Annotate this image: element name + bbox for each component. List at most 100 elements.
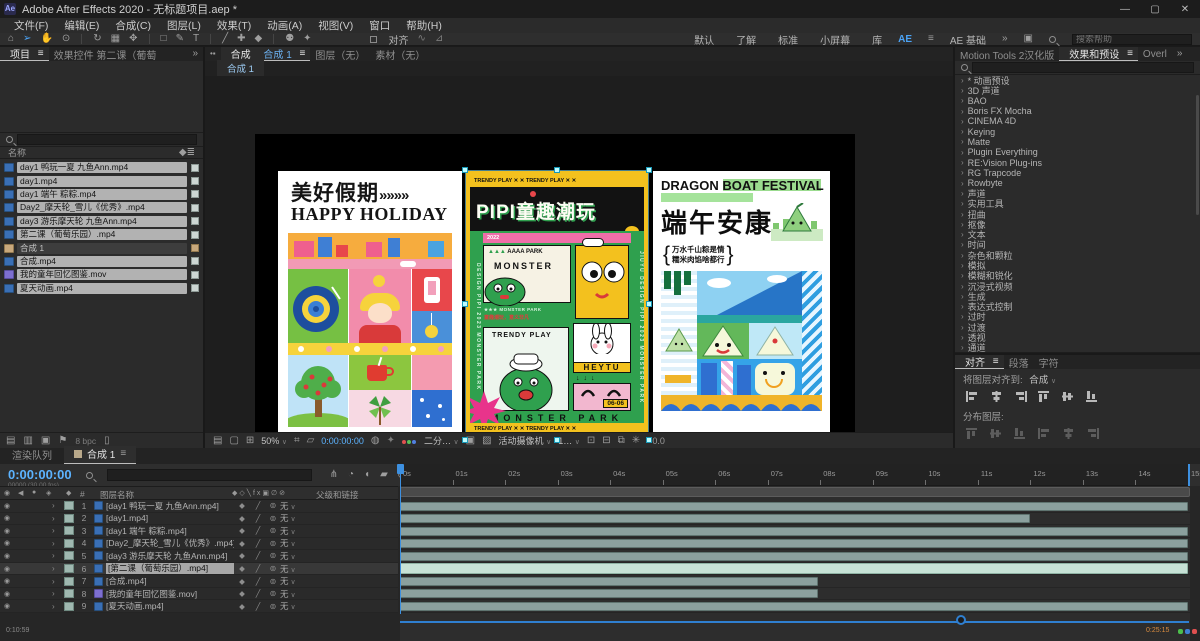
layer-name[interactable]: [Day2_摩天轮_雪儿《优秀》.mp4] [106,537,234,549]
effect-category-row[interactable]: › Keying [955,126,1200,137]
layer-label-chip[interactable] [64,551,74,561]
timeline-layer-row[interactable]: ◉ › 1 [day1 鸭玩一夏 九鱼Ann.mp4] ◆ ╱ ⊚ 无 ∨ [0,500,398,513]
tab-layer[interactable]: 图层（无） [310,47,370,62]
timeline-h-scrollbar[interactable] [400,621,1189,623]
layer-label-chip[interactable] [64,538,74,548]
align-r-button[interactable] [1013,390,1028,403]
workspace-overflow-icon[interactable]: » [1002,33,1008,45]
eye-icon[interactable]: ◉ [0,539,14,547]
effect-category-row[interactable]: › 通道 [955,343,1200,352]
layer-twirl-icon[interactable]: › [52,551,64,560]
snapshot-icon[interactable]: ◍ [371,435,380,447]
layer-twirl-icon[interactable]: › [52,589,64,598]
workspace-ae-basics[interactable]: AE 基础 [950,32,986,47]
eye-icon[interactable]: ◉ [0,514,14,522]
parent-pickwhip-icon[interactable]: ⊚ [266,539,280,548]
layer-duration-bar[interactable] [400,589,818,599]
timeline-layer-row[interactable]: ◉ › 6 [第二课（葡萄乐园）.mp4] ◆ ╱ ⊚ 无 ∨ [0,562,398,576]
collapse-switch[interactable]: ◆ [234,602,250,611]
distribute-cv-button[interactable] [989,427,1004,440]
layer-twirl-icon[interactable]: › [52,539,64,548]
distribute-r-button[interactable] [1085,427,1100,440]
snap-options-icon[interactable]: ∿ [418,33,426,45]
effect-category-row[interactable]: › 过渡 [955,322,1200,333]
parent-pickwhip-icon[interactable]: ⊚ [266,564,280,573]
frame-blend-icon[interactable]: ▰ [380,469,388,481]
maximize-button[interactable]: ▢ [1140,4,1170,15]
show-snapshot-icon[interactable]: ✦ [387,435,395,447]
layer-duration-bar[interactable] [400,539,1188,549]
project-item-row[interactable]: day3 游乐摩天轮 九鱼Ann.mp4 [0,215,203,228]
layer-duration-bar[interactable] [400,501,1188,511]
effect-category-row[interactable]: › RG Trapcode [955,168,1200,178]
comp-flowchart-icon[interactable]: ⋔ [330,469,338,481]
workspace-0[interactable]: 默认 [694,32,714,47]
align-ch-button[interactable] [989,390,1004,403]
clone-stamp-tool-icon[interactable]: ✚ [237,33,245,45]
pixel-aspect-icon[interactable]: ⊡ [587,435,595,447]
effects-scrollbar[interactable] [1196,95,1199,215]
layer-name[interactable]: [day3 游乐摩天轮 九鱼Ann.mp4] [106,550,234,562]
layer-name[interactable]: [合成.mp4] [106,575,234,587]
eraser-tool-icon[interactable]: ◆ [254,33,262,45]
right-tab-overflow-icon[interactable]: » [1172,48,1188,60]
effects-search-input[interactable] [972,62,1194,73]
layer-twirl-icon[interactable]: › [52,501,64,510]
project-item-row[interactable]: 第二课（葡萄乐园）.mp4 [0,228,203,241]
quality-switch[interactable]: ╱ [250,551,266,560]
quality-switch[interactable]: ╱ [250,589,266,598]
time-ruler[interactable]: 0s 01s 02s 03s 04s 05s 06s 07s 08s 09s 10s 11s 12s 13… [400,464,1200,486]
layer-twirl-icon[interactable]: › [52,602,64,611]
layer-label-chip[interactable] [64,501,74,511]
timeline-search-input[interactable] [106,469,312,481]
project-search-input[interactable] [17,134,197,145]
timeline-button-icon[interactable]: ⧉ [618,435,625,447]
layer-duration-bar[interactable] [400,551,1188,561]
tab-motion-tools[interactable]: Motion Tools 2汉化版 [955,47,1059,62]
timeline-layer-row[interactable]: ◉ › 4 [Day2_摩天轮_雪儿《优秀》.mp4] ◆ ╱ ⊚ 无 ∨ [0,537,398,551]
camera-tool-icon[interactable]: ▦ [111,33,120,45]
hand-tool-icon[interactable]: ✋ [40,33,52,45]
layer-duration-bar[interactable] [400,526,1188,536]
align-t-button[interactable] [1037,390,1052,403]
parent-pickwhip-icon[interactable]: ⊚ [266,501,280,510]
effect-category-row[interactable]: › 杂色和颗粒 [955,250,1200,261]
distribute-ch-button[interactable] [1061,427,1076,440]
effect-category-row[interactable]: › Rowbyte [955,178,1200,188]
layer-name[interactable]: [day1 鸭玩一夏 九鱼Ann.mp4] [106,500,234,512]
layer-label-chip[interactable] [64,513,74,523]
effect-category-row[interactable]: › 扭曲 [955,209,1200,220]
workspace-3[interactable]: 小屏幕 [820,32,850,47]
tab-overflow-icon[interactable]: » [187,48,203,60]
layer-twirl-icon[interactable]: › [52,514,64,523]
brush-tool-icon[interactable]: ╱ [222,33,228,45]
work-area-bar[interactable] [400,487,1190,497]
shy-layers-icon[interactable]: ◖ [364,469,370,481]
eye-icon[interactable]: ◉ [0,552,14,560]
layer-name[interactable]: [day1.mp4] [106,513,234,523]
eye-icon[interactable]: ◉ [0,502,14,510]
close-button[interactable]: ✕ [1170,4,1200,15]
align-b-button[interactable] [1085,390,1100,403]
delete-icon[interactable]: ▯ [104,435,110,447]
effect-category-row[interactable]: › Boris FX Mocha [955,106,1200,116]
timeline-layer-row[interactable]: ◉ › 8 [我的童年回忆图鉴.mov] ◆ ╱ ⊚ 无 ∨ [0,587,398,601]
current-time-display[interactable]: 0:00:00:00 [0,468,80,481]
mini-flowchart-icon[interactable]: ⊞ [246,435,254,447]
effect-category-row[interactable]: › 文本 [955,229,1200,240]
tab-character[interactable]: 字符 [1034,355,1064,370]
always-preview-icon[interactable]: ▤ [213,435,222,447]
layer-twirl-icon[interactable]: › [52,526,64,535]
view-layout-dropdown[interactable]: 1… ∨ [558,436,580,446]
parent-pickwhip-icon[interactable]: ⊚ [266,526,280,535]
layer-duration-bar[interactable] [400,563,1188,575]
tab-align[interactable]: 对齐 ≡ [955,355,1004,369]
project-item-row[interactable]: 我的童年回忆图鉴.mov [0,268,203,281]
viewer-timecode[interactable]: 0:00:00:00 [321,436,364,446]
quality-switch[interactable]: ╱ [250,602,266,611]
effect-category-row[interactable]: › 抠像 [955,219,1200,230]
work-area-end-marker[interactable] [1188,464,1190,486]
parent-dropdown[interactable]: 无 ∨ [280,512,332,524]
effect-category-row[interactable]: › 过时 [955,312,1200,322]
layer-duration-bar[interactable] [400,601,1188,611]
